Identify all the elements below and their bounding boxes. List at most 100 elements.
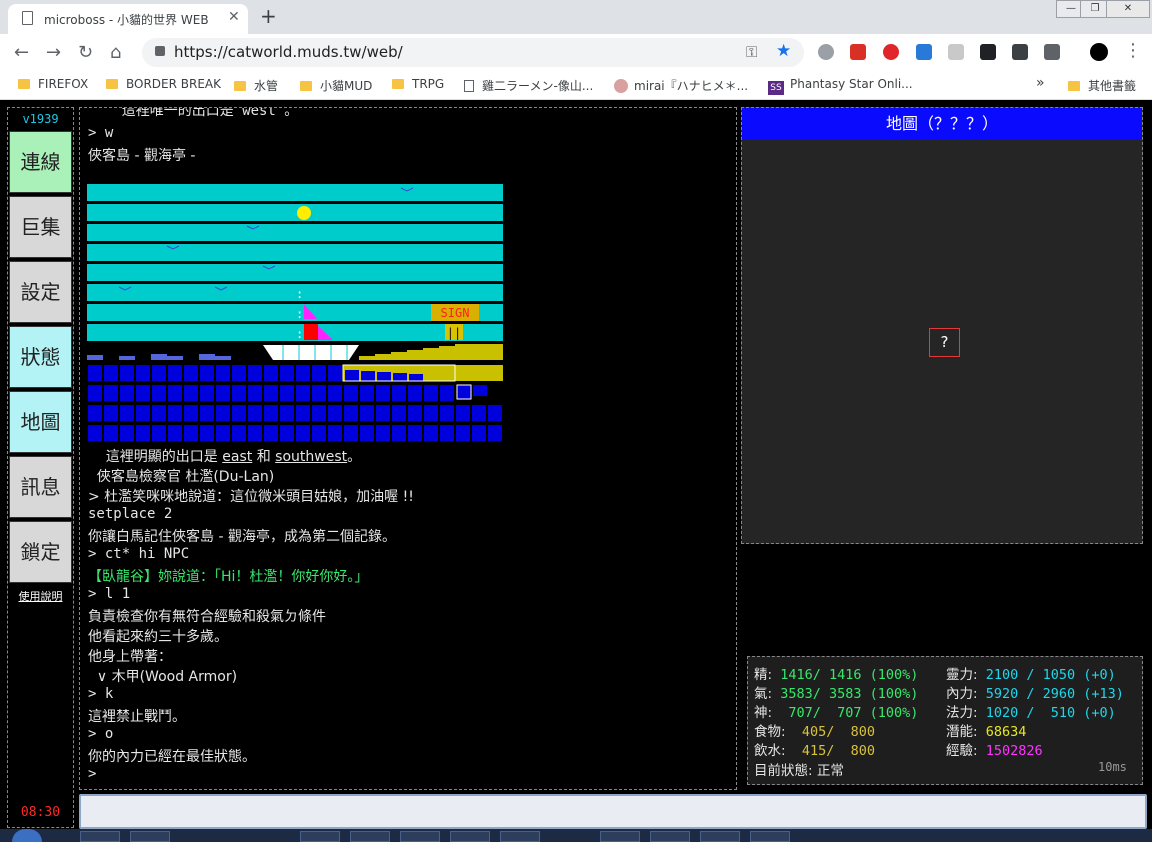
tab-close-icon[interactable]: ✕: [228, 9, 240, 25]
terminal-line: > ct* hi NPC: [88, 546, 190, 562]
status-row: 目前狀態: 正常: [754, 763, 844, 779]
map-current-room[interactable]: ?: [929, 328, 960, 357]
macro-button[interactable]: 巨集: [9, 196, 72, 258]
extension-download-icon[interactable]: [1044, 44, 1060, 60]
address-bar[interactable]: https://catworld.muds.tw/web/ ⚿ ★: [142, 38, 804, 67]
sea-tile: [264, 425, 278, 441]
profile-avatar[interactable]: [1090, 43, 1108, 61]
taskbar-button[interactable]: [650, 831, 690, 842]
sea-tile: [360, 425, 374, 441]
terminal-line: 你的內力已經在最佳狀態。: [88, 749, 256, 765]
status-button[interactable]: 狀態: [9, 326, 72, 388]
bookmark-item[interactable]: TRPG: [392, 77, 444, 91]
extension-x-icon[interactable]: [980, 44, 996, 60]
extension-grid-icon[interactable]: [948, 44, 964, 60]
extension-game-icon[interactable]: [1012, 44, 1028, 60]
url-text[interactable]: https://catworld.muds.tw/web/: [174, 43, 403, 61]
sea-tile: [312, 405, 326, 421]
bookmark-item[interactable]: 水管: [234, 77, 278, 94]
message-button[interactable]: 訊息: [9, 456, 72, 518]
sea-tile: [104, 425, 118, 441]
taskbar-button[interactable]: [450, 831, 490, 842]
sea-tile: [120, 385, 134, 401]
stat-row: 靈力: 2100 / 1050 (+0): [946, 667, 1116, 683]
folder-icon: [1068, 81, 1080, 91]
os-taskbar: [0, 829, 1152, 842]
sea-tile: [232, 385, 246, 401]
stat-row: 法力: 1020 / 510 (+0): [946, 705, 1116, 721]
reload-button[interactable]: ↻: [78, 42, 93, 63]
folder-icon: [392, 79, 404, 89]
waves: [87, 354, 231, 360]
sea-tile: [296, 425, 310, 441]
taskbar-button[interactable]: [130, 831, 170, 842]
help-link[interactable]: 使用說明: [8, 588, 73, 604]
forward-button[interactable]: →: [46, 42, 61, 63]
sea-tile: [488, 425, 502, 441]
version-label: v1939: [22, 112, 59, 126]
gmail-icon[interactable]: [850, 44, 866, 60]
terminal-line: ∨ 木甲(Wood Armor): [88, 669, 238, 685]
bookmark-item[interactable]: 雞二ラーメン-像山...: [464, 77, 593, 94]
terminal-line: > k: [88, 686, 114, 702]
taskbar-button[interactable]: [750, 831, 790, 842]
exit-east-link[interactable]: east: [222, 449, 252, 465]
stat-row: 潛能: 68634: [946, 724, 1027, 740]
back-button[interactable]: ←: [14, 42, 29, 63]
sea-tile: [136, 385, 150, 401]
exit-southwest-link[interactable]: southwest: [275, 449, 347, 465]
sea-tile: [184, 405, 198, 421]
taskbar-button[interactable]: [400, 831, 440, 842]
sea-tile: [424, 405, 438, 421]
terminal-output[interactable]: 這裡唯一的出口是 west 。 > w 俠客島 - 觀海亭 -::: SI…: [79, 107, 737, 790]
sea-tile: [408, 405, 422, 421]
mud-client: v1939 連線 巨集 設定 狀態 地圖 訊息 鎖定 使用說明 08:30 這裡…: [0, 101, 1152, 842]
bookmark-item[interactable]: FIREFOX: [18, 77, 88, 91]
settings-button[interactable]: 設定: [9, 261, 72, 323]
new-tab-button[interactable]: +: [260, 4, 277, 28]
taskbar-button[interactable]: [500, 831, 540, 842]
command-input[interactable]: [79, 794, 1147, 829]
adblock-icon[interactable]: [883, 44, 899, 60]
bookmark-item[interactable]: 小貓MUD: [300, 77, 372, 94]
taskbar-button[interactable]: [350, 831, 390, 842]
taskbar-button[interactable]: [600, 831, 640, 842]
sea-tile: [152, 425, 166, 441]
bookmark-item[interactable]: SS Phantasy Star Onli...: [768, 77, 913, 95]
bookmark-star-icon[interactable]: ★: [776, 41, 791, 61]
home-button[interactable]: ⌂: [110, 42, 121, 63]
start-orb-icon[interactable]: [12, 829, 42, 842]
channel-line: 【臥龍谷】妳說道：「Hi！杜濫！你好你好。」: [88, 569, 369, 585]
connect-button[interactable]: 連線: [9, 131, 72, 193]
terminal-line: > o: [88, 726, 114, 742]
terminal-line: 你讓白馬記住俠客島 - 觀海亭，成為第二個記錄。: [88, 529, 396, 545]
map-button[interactable]: 地圖: [9, 391, 72, 453]
sea-tile: [296, 385, 310, 401]
bookmark-item[interactable]: BORDER BREAK: [106, 77, 221, 91]
window-close-button[interactable]: ✕: [1106, 0, 1150, 18]
key-icon[interactable]: ⚿: [746, 43, 757, 61]
menu-icon[interactable]: ⋮: [1124, 40, 1142, 61]
sea-tile: [264, 365, 278, 381]
mast-mark: :: [296, 287, 303, 301]
stat-row: 飲水: 415/ 800: [754, 743, 875, 759]
sea-tile: [152, 405, 166, 421]
taskbar-button[interactable]: [80, 831, 120, 842]
extension-bubble-icon[interactable]: [818, 44, 834, 60]
browser-tab[interactable]: microboss - 小貓的世界 WEB ✕: [8, 4, 248, 34]
lock-button[interactable]: 鎖定: [9, 521, 72, 583]
room-title: 俠客島 - 觀海亭 -: [88, 148, 196, 164]
folder-icon: [234, 81, 246, 91]
taskbar-button[interactable]: [300, 831, 340, 842]
extension-rx-icon[interactable]: [916, 44, 932, 60]
sea-tile: [408, 385, 422, 401]
other-bookmarks[interactable]: 其他書籤: [1068, 77, 1136, 94]
terminal-line: 他身上帶著：: [88, 649, 172, 665]
stat-row: 內力: 5920 / 2960 (+13): [946, 686, 1124, 702]
taskbar-button[interactable]: [700, 831, 740, 842]
terminal-line: 這裡禁止戰鬥。: [88, 709, 186, 725]
bookmark-item[interactable]: mirai『ハナヒメ＊...: [614, 77, 748, 94]
bookmarks-overflow-button[interactable]: »: [1036, 75, 1045, 91]
sea-tile: [280, 405, 294, 421]
sea-tile: [104, 365, 118, 381]
